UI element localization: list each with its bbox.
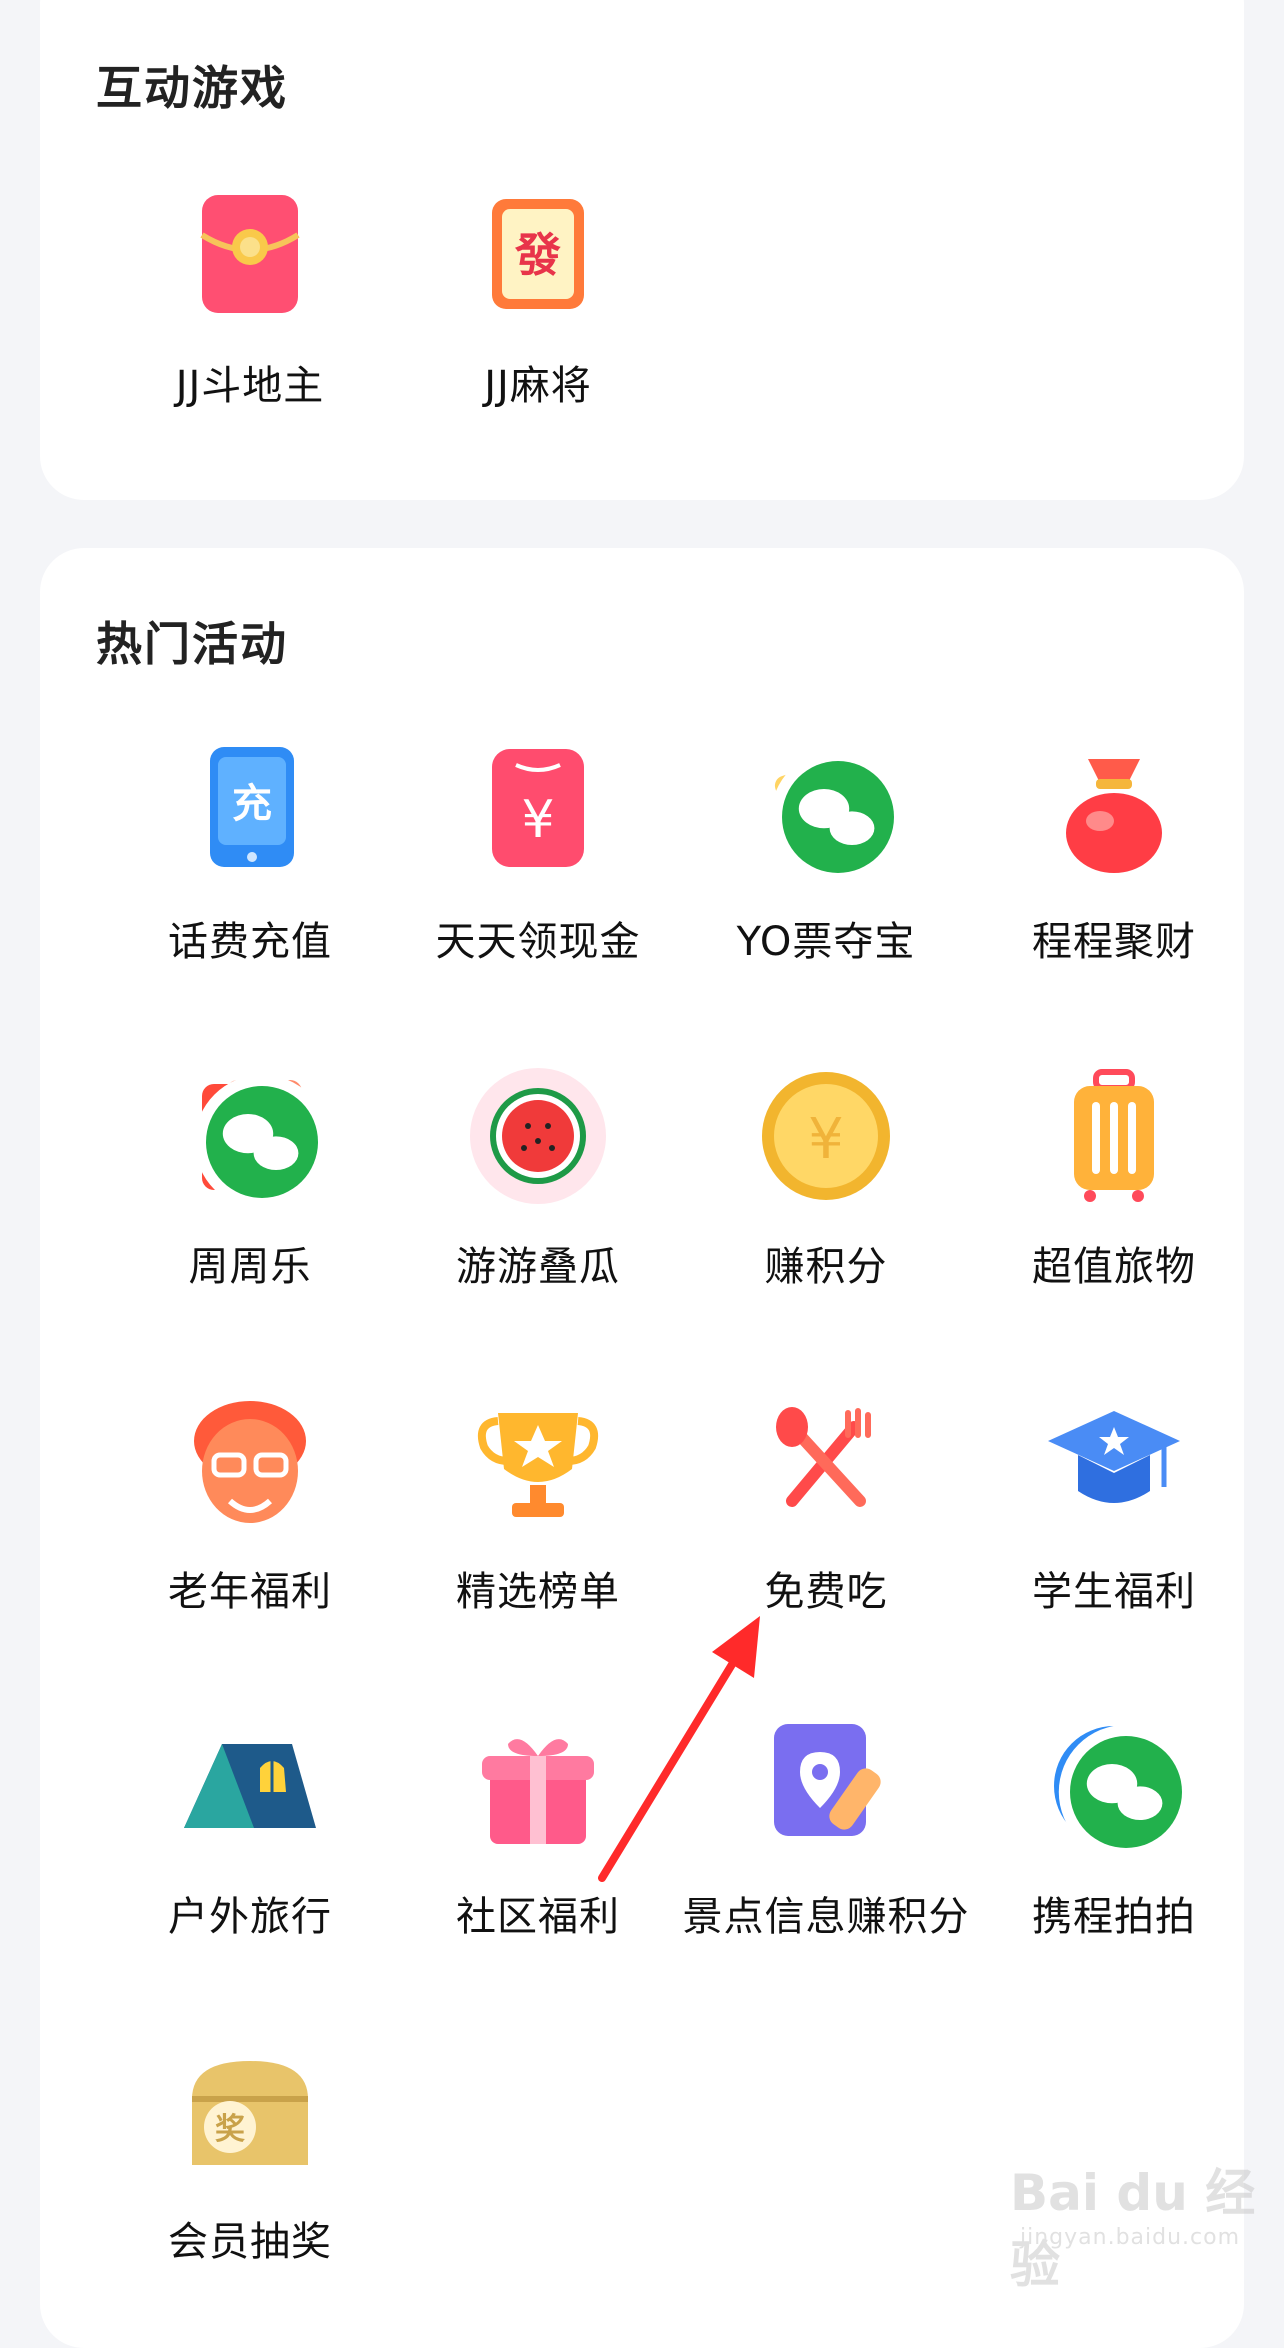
hot-item-outdoor-travel[interactable]: 户外旅行 [105, 1716, 395, 1996]
red-envelope-coin-icon [180, 185, 320, 325]
game-item-jj-doudizhu[interactable]: JJ斗地主 [105, 185, 395, 465]
hot-item-label: 携程拍拍 [1032, 1894, 1196, 1940]
hot-item-label: 免费吃 [764, 1569, 888, 1615]
gold-ticket-icon [756, 741, 906, 885]
prize-chest-icon: 奖 [180, 2041, 320, 2181]
mahjong-fa-tile-icon: 發 [468, 185, 608, 325]
hot-item-label: 游游叠瓜 [456, 1244, 620, 1290]
hot-item-label: 话费充值 [168, 919, 332, 965]
hot-item-daily-cash[interactable]: ¥ 天天领现金 [393, 741, 683, 1021]
svg-text:¥: ¥ [521, 790, 554, 850]
hot-item-label: 程程聚财 [1032, 919, 1196, 965]
hot-item-label: 会员抽奖 [168, 2219, 332, 2265]
watermark-url: jingyan.baidu.com [1020, 2225, 1241, 2250]
hot-item-label: 超值旅物 [1032, 1244, 1196, 1290]
cash-envelope-yen-icon: ¥ [468, 741, 608, 881]
phone-recharge-icon: 充 [180, 741, 320, 881]
hot-item-community-welfare[interactable]: 社区福利 [393, 1716, 683, 1996]
hot-item-label: YO票夺宝 [736, 919, 916, 965]
hot-item-weekly-joy[interactable]: ? 周周乐 [105, 1066, 395, 1346]
hot-item-label: 景点信息赚积分 [682, 1894, 970, 1940]
game-label: JJ斗地主 [175, 363, 325, 409]
hot-item-member-lottery[interactable]: 奖 会员抽奖 [105, 2041, 395, 2321]
money-bag-icon [1044, 741, 1184, 881]
hot-item-label: 精选榜单 [456, 1569, 620, 1615]
hot-item-top-lists[interactable]: 精选榜单 [393, 1391, 683, 1671]
hot-item-label: 学生福利 [1032, 1569, 1196, 1615]
interactive-games-card: 互动游戏 JJ斗地主 發 JJ麻将 [40, 0, 1244, 500]
wechat-badge-icon [194, 1074, 330, 1210]
svg-text:充: 充 [232, 781, 272, 827]
svg-text:發: 發 [514, 228, 561, 282]
hot-item-travel-goods[interactable]: 超值旅物 [969, 1066, 1259, 1346]
hot-item-trip-photo[interactable]: 携程拍拍 [969, 1716, 1259, 1996]
hot-item-student-welfare[interactable]: 学生福利 [969, 1391, 1259, 1671]
hot-item-fortune[interactable]: 程程聚财 [969, 741, 1259, 1021]
game-item-jj-mahjong[interactable]: 發 JJ麻将 [393, 185, 683, 465]
graduation-cap-icon [1044, 1391, 1184, 1531]
gold-coin-icon: ¥ [756, 1066, 896, 1206]
hot-item-scenic-points[interactable]: 景点信息赚积分 [681, 1716, 971, 1996]
trophy-icon [468, 1391, 608, 1531]
hot-item-label: 户外旅行 [168, 1894, 332, 1940]
section-title-games: 互动游戏 [96, 61, 288, 115]
hot-item-stack-melon[interactable]: 游游叠瓜 [393, 1066, 683, 1346]
wechat-badge-icon [1058, 1724, 1194, 1860]
watermelon-icon [468, 1066, 608, 1206]
hot-item-label: 社区福利 [456, 1894, 620, 1940]
question-card-icon: ? [180, 1066, 330, 1210]
baidu-jingyan-watermark: Bai du 经验 jingyan.baidu.com [1010, 2153, 1260, 2294]
hot-item-yo-ticket[interactable]: YO票夺宝 [681, 741, 971, 1021]
hot-activities-card: 热门活动 充 话费充值 ¥ 天天领现金 YO票夺宝 程程聚财 周周乐 游游叠瓜 … [40, 548, 1244, 2348]
svg-text:¥: ¥ [808, 1107, 844, 1172]
tent-icon [180, 1716, 320, 1856]
fork-spoon-icon [756, 1391, 896, 1531]
map-pin-pencil-icon [756, 1716, 896, 1856]
hot-item-label: 天天领现金 [435, 919, 641, 965]
gift-box-icon [468, 1716, 608, 1856]
hot-item-earn-points[interactable]: ¥ 赚积分 [681, 1066, 971, 1346]
camera-icon [1044, 1716, 1194, 1860]
suitcase-icon [1044, 1066, 1184, 1206]
hot-item-phone-recharge[interactable]: 充 话费充值 [105, 741, 395, 1021]
wechat-badge-icon [770, 749, 906, 885]
hot-item-label: 周周乐 [188, 1244, 312, 1290]
hot-item-label: 赚积分 [764, 1244, 888, 1290]
hot-item-label: 老年福利 [168, 1569, 332, 1615]
hot-item-free-food[interactable]: 免费吃 [681, 1391, 971, 1671]
svg-text:奖: 奖 [215, 2112, 245, 2147]
elder-face-icon [180, 1391, 320, 1531]
section-title-hot: 热门活动 [96, 617, 288, 671]
hot-item-elder-welfare[interactable]: 老年福利 [105, 1391, 395, 1671]
game-label: JJ麻将 [484, 363, 592, 409]
